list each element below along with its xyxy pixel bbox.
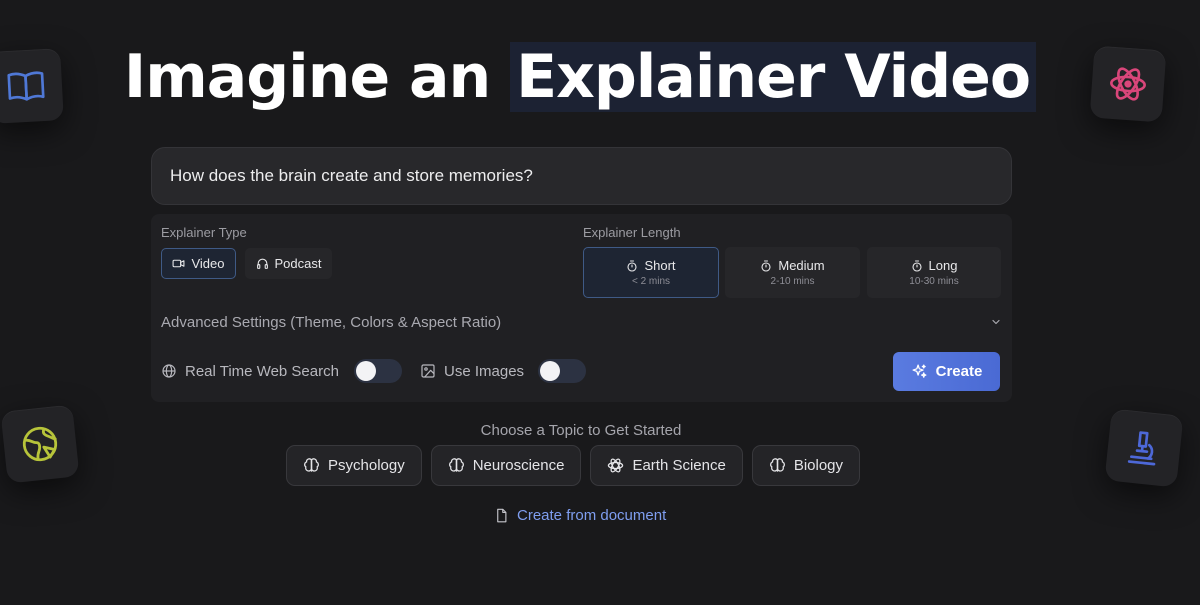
brain-icon [769, 457, 786, 474]
stopwatch-icon [760, 259, 772, 272]
create-from-document-link[interactable]: Create from document [494, 505, 666, 525]
length-long-button[interactable]: Long 10-30 mins [867, 247, 1001, 298]
chevron-down-icon[interactable] [990, 316, 1002, 328]
web-search-label: Real Time Web Search [185, 362, 339, 380]
toggle-knob [540, 361, 560, 381]
topic-biology-label: Biology [793, 457, 844, 474]
web-search-toggle[interactable] [354, 359, 402, 383]
type-podcast-button[interactable]: Podcast [245, 248, 332, 279]
topic-earth-science-button[interactable]: Earth Science [590, 445, 743, 486]
advanced-settings-label: Advanced Settings (Theme, Colors & Aspec… [161, 313, 502, 331]
brain-icon [303, 457, 320, 474]
title-highlight: Explainer Video [510, 42, 1037, 112]
microscope-tile [1104, 408, 1184, 488]
prompt-input[interactable]: How does the brain create and store memo… [151, 147, 1012, 205]
title-prefix: Imagine an [123, 42, 511, 112]
length-long-label: Long [928, 258, 958, 273]
use-images-toggle[interactable] [538, 359, 586, 383]
explainer-length-label: Explainer Length [583, 225, 681, 240]
topic-list: Psychology Neuroscience Earth Science Bi… [286, 445, 861, 486]
topic-neuroscience-button[interactable]: Neuroscience [430, 445, 582, 486]
topic-biology-button[interactable]: Biology [751, 445, 861, 486]
globe-tile [0, 404, 80, 484]
type-podcast-label: Podcast [274, 256, 322, 271]
length-medium-button[interactable]: Medium 2-10 mins [725, 247, 860, 298]
stopwatch-icon [626, 259, 638, 272]
settings-panel: Explainer Type Video Podcast Explainer L… [151, 214, 1012, 402]
length-short-duration: < 2 mins [631, 276, 671, 287]
length-long-duration: 10-30 mins [909, 276, 959, 287]
use-images-label: Use Images [444, 362, 525, 380]
use-images-option: Use Images [420, 357, 524, 385]
length-short-label: Short [644, 258, 676, 273]
type-video-label: Video [191, 256, 225, 271]
web-search-option: Real Time Web Search [161, 357, 339, 385]
topics-heading: Choose a Topic to Get Started [480, 422, 682, 439]
sparkles-icon [911, 363, 928, 380]
create-button-label: Create [935, 363, 983, 380]
topic-psychology-button[interactable]: Psychology [286, 445, 422, 486]
toggle-knob [356, 361, 376, 381]
prompt-input-value[interactable]: How does the brain create and store memo… [170, 166, 533, 186]
length-medium-duration: 2-10 mins [770, 276, 815, 287]
image-icon [420, 363, 436, 379]
type-video-button[interactable]: Video [161, 248, 236, 279]
video-camera-icon [172, 257, 185, 270]
length-medium-label: Medium [778, 258, 825, 273]
create-button[interactable]: Create [893, 352, 1000, 391]
advanced-settings-toggle[interactable]: Advanced Settings (Theme, Colors & Aspec… [161, 312, 1002, 332]
topic-earth-science-label: Earth Science [632, 457, 726, 474]
globe-icon [161, 363, 177, 379]
create-from-document-label: Create from document [517, 506, 667, 524]
page-title: Imagine an Explainer Video [0, 42, 1160, 112]
stopwatch-icon [911, 259, 923, 272]
topic-psychology-label: Psychology [328, 457, 405, 474]
topic-neuroscience-label: Neuroscience [472, 457, 565, 474]
headphones-icon [256, 257, 269, 270]
document-icon [494, 508, 509, 523]
length-short-button[interactable]: Short < 2 mins [583, 247, 719, 298]
atom-icon [607, 457, 624, 474]
brain-icon [448, 457, 465, 474]
explainer-type-label: Explainer Type [161, 225, 247, 240]
